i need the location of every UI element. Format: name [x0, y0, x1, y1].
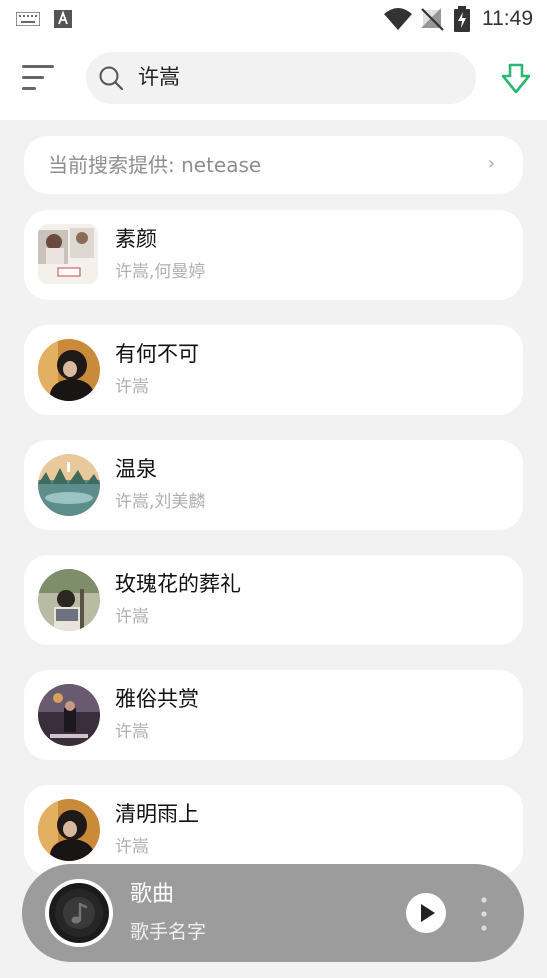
- song-list-item[interactable]: 清明雨上 许嵩: [24, 785, 523, 875]
- vinyl-disc-icon[interactable]: [44, 878, 114, 948]
- song-title: 雅俗共赏: [115, 687, 199, 711]
- mini-player[interactable]: 歌曲 歌手名字: [22, 864, 524, 962]
- now-playing-title: 歌曲: [130, 882, 175, 907]
- now-playing-artist: 歌手名字: [130, 921, 207, 943]
- song-artist: 许嵩: [115, 837, 149, 857]
- album-cover: [38, 684, 100, 746]
- song-list-item[interactable]: 雅俗共赏 许嵩: [24, 670, 523, 760]
- more-options-icon[interactable]: [474, 894, 494, 934]
- song-artist: 许嵩: [115, 377, 149, 397]
- album-cover: [38, 454, 100, 516]
- album-cover: [38, 569, 100, 631]
- song-artist: 许嵩: [115, 722, 149, 742]
- song-title: 温泉: [115, 457, 157, 481]
- song-title: 有何不可: [115, 342, 199, 366]
- song-list-item[interactable]: 玫瑰花的葬礼 许嵩: [24, 555, 523, 645]
- play-icon: [421, 904, 435, 922]
- album-cover: [38, 224, 98, 284]
- app-screen: 11:49 许嵩 当前搜索提供: netease › 素颜 许嵩,何曼婷 有何不…: [0, 0, 547, 978]
- song-list-item[interactable]: 素颜 许嵩,何曼婷: [24, 210, 523, 300]
- play-button[interactable]: [406, 893, 446, 933]
- song-list: 素颜 许嵩,何曼婷 有何不可 许嵩 温泉 许嵩,刘美麟 玫瑰花的葬礼 许嵩 雅俗…: [0, 0, 547, 978]
- album-cover: [38, 339, 100, 401]
- song-artist: 许嵩,刘美麟: [115, 492, 206, 512]
- song-artist: 许嵩: [115, 607, 149, 627]
- song-artist: 许嵩,何曼婷: [115, 262, 206, 282]
- album-cover: [38, 799, 100, 861]
- song-title: 玫瑰花的葬礼: [115, 572, 241, 596]
- song-title: 素颜: [115, 227, 157, 251]
- song-title: 清明雨上: [115, 802, 199, 826]
- song-list-item[interactable]: 有何不可 许嵩: [24, 325, 523, 415]
- song-list-item[interactable]: 温泉 许嵩,刘美麟: [24, 440, 523, 530]
